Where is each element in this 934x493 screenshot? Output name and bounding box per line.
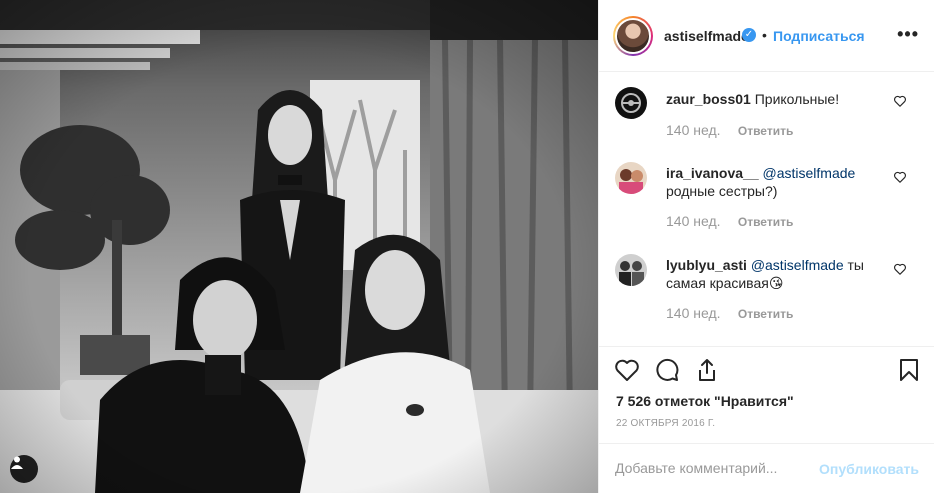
comment-meta: 140 нед. Ответить [666,305,793,321]
share-icon[interactable] [694,357,720,383]
comment-item: ira_ivanova__ @astiselfmade родные сестр… [599,159,934,251]
post-header: astiselfmade ✓ • Подписаться ••• [599,0,934,72]
comment-username[interactable]: ira_ivanova__ [666,165,759,181]
photo-illustration [0,0,598,493]
comment-avatar[interactable] [615,162,647,194]
post-date[interactable]: 22 октября 2016 г. [616,418,715,429]
heart-icon[interactable] [614,357,640,383]
reply-button[interactable]: Ответить [738,124,793,138]
comment-icon[interactable] [654,357,680,383]
comment-text: zaur_boss01 Прикольные! [666,90,891,108]
reply-button[interactable]: Ответить [738,215,793,229]
comment-like-icon[interactable] [893,262,907,276]
add-comment-input[interactable] [615,460,815,476]
person-glyph [11,456,23,469]
comment-avatar[interactable] [615,254,647,286]
action-bar [599,346,934,394]
instagram-post: astiselfmade ✓ • Подписаться ••• zaur_bo… [0,0,934,493]
add-comment-bar: Опубликовать [599,443,934,493]
verified-badge-icon: ✓ [742,28,756,42]
comment-body: родные сестры?) [666,183,778,199]
comment-mention[interactable]: @astiselfmade [751,257,844,273]
comment-meta: 140 нед. Ответить [666,213,793,229]
comment-avatar[interactable] [615,87,647,119]
person-tag-icon[interactable] [10,455,38,483]
comment-time[interactable]: 140 нед. [666,122,721,138]
comment-item: lyublyu_asti @astiselfmade ты самая крас… [599,251,934,345]
comment-item: zaur_boss01 Прикольные! 140 нед. Ответит… [599,73,934,159]
comment-body: Прикольные! [754,91,840,107]
follow-button[interactable]: Подписаться [773,28,865,44]
publish-button[interactable]: Опубликовать [819,461,919,477]
post-side-panel: astiselfmade ✓ • Подписаться ••• zaur_bo… [598,0,934,493]
comment-username[interactable]: zaur_boss01 [666,91,751,107]
likes-count[interactable]: 7 526 отметок "Нравится" [616,393,794,409]
comment-time[interactable]: 140 нед. [666,305,721,321]
comment-mention[interactable]: @astiselfmade [763,165,856,181]
bookmark-icon[interactable] [896,357,922,383]
separator-dot: • [762,27,767,43]
author-username[interactable]: astiselfmade [664,28,749,44]
comment-time[interactable]: 140 нед. [666,213,721,229]
post-photo[interactable] [0,0,598,493]
comment-username[interactable]: lyublyu_asti [666,257,747,273]
comment-like-icon[interactable] [893,170,907,184]
more-options-icon[interactable]: ••• [897,24,919,45]
comment-text: lyublyu_asti @astiselfmade ты самая крас… [666,256,891,292]
comment-like-icon[interactable] [893,94,907,108]
comments-list[interactable]: zaur_boss01 Прикольные! 140 нед. Ответит… [599,73,934,345]
comment-meta: 140 нед. Ответить [666,122,793,138]
reply-button[interactable]: Ответить [738,307,793,321]
author-avatar[interactable] [613,16,653,56]
comment-text: ira_ivanova__ @astiselfmade родные сестр… [666,164,891,200]
